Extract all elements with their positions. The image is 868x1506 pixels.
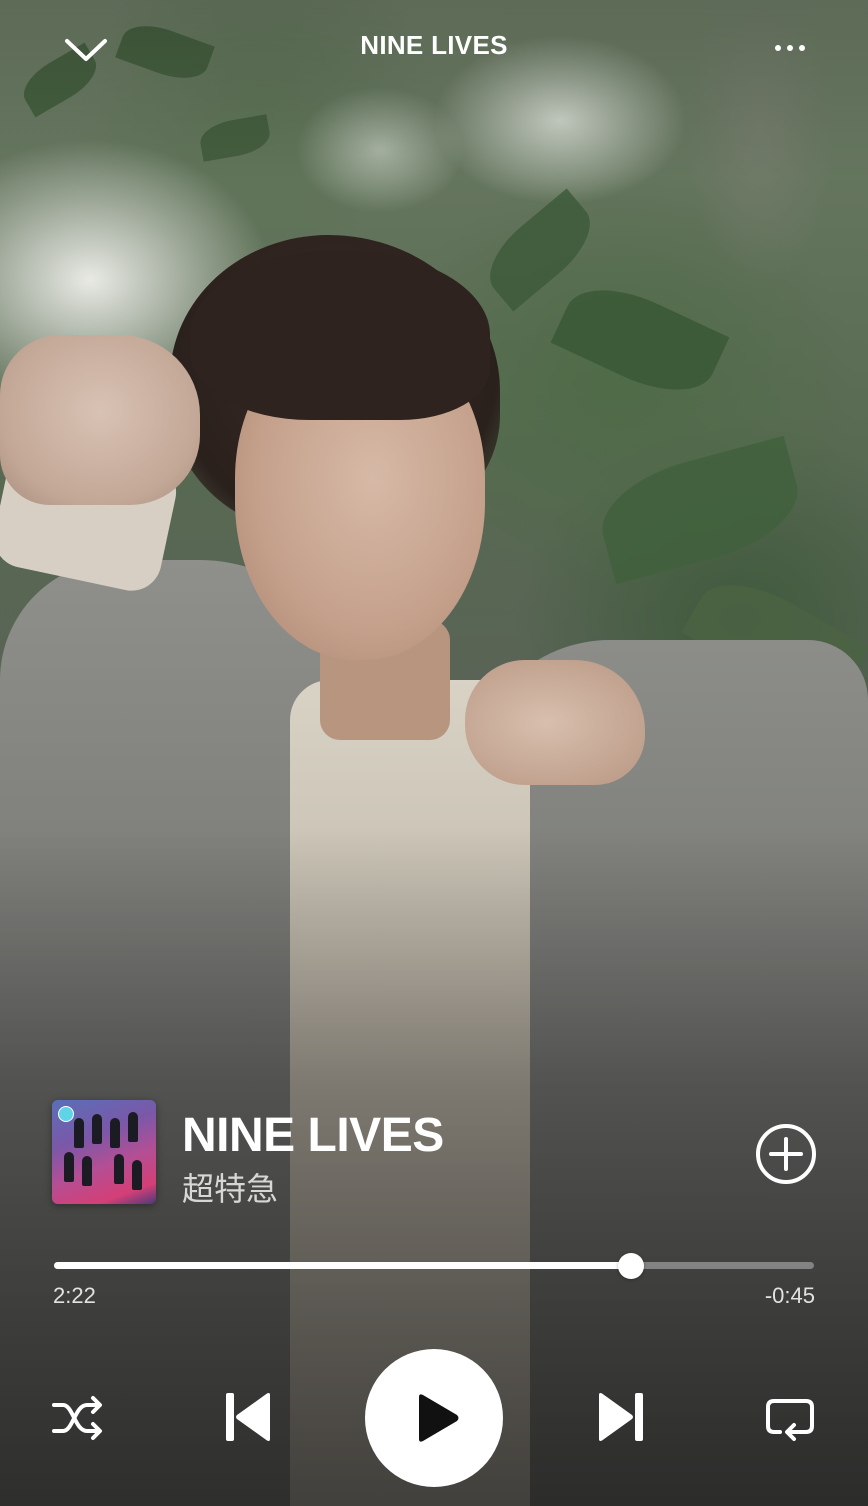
add-to-library-button[interactable] xyxy=(754,1122,818,1186)
chevron-down-icon xyxy=(65,39,107,61)
album-art-figure xyxy=(74,1118,84,1148)
remaining-time: -0:45 xyxy=(764,1283,815,1308)
album-art-figure xyxy=(132,1160,142,1190)
album-art-badge xyxy=(58,1106,74,1122)
skip-forward-icon xyxy=(599,1393,643,1441)
page-title: NINE LIVES xyxy=(360,30,508,60)
top-bar: NINE LIVES xyxy=(0,0,868,96)
progress-fill xyxy=(54,1262,631,1269)
album-art-figure xyxy=(82,1156,92,1186)
more-options-button[interactable] xyxy=(758,26,822,70)
album-art-figure xyxy=(92,1114,102,1144)
background-shade xyxy=(0,0,868,1506)
play-icon xyxy=(419,1394,459,1442)
album-art-figure xyxy=(128,1112,138,1142)
previous-button[interactable] xyxy=(215,1384,281,1450)
collapse-button[interactable] xyxy=(56,26,116,74)
plus-circle-icon xyxy=(756,1124,816,1184)
next-button[interactable] xyxy=(588,1384,654,1450)
track-info: NINE LIVES 超特急 xyxy=(52,1100,822,1210)
elapsed-time: 2:22 xyxy=(53,1283,96,1308)
album-art-figure xyxy=(64,1152,74,1182)
progress-thumb[interactable] xyxy=(618,1253,644,1279)
shuffle-button[interactable] xyxy=(48,1390,108,1446)
shuffle-icon xyxy=(52,1396,102,1440)
album-art[interactable] xyxy=(52,1100,156,1204)
album-art-figure xyxy=(110,1118,120,1148)
play-button[interactable] xyxy=(365,1349,503,1487)
track-artist[interactable]: 超特急 xyxy=(182,1170,278,1208)
more-horizontal-icon xyxy=(775,45,781,51)
repeat-icon xyxy=(766,1399,814,1441)
more-horizontal-icon xyxy=(799,45,805,51)
more-horizontal-icon xyxy=(787,45,793,51)
track-title[interactable]: NINE LIVES xyxy=(182,1110,444,1162)
skip-back-icon xyxy=(226,1393,270,1441)
repeat-button[interactable] xyxy=(760,1390,820,1446)
background-photo xyxy=(0,0,868,1506)
album-art-figure xyxy=(114,1154,124,1184)
progress-bar[interactable] xyxy=(54,1253,814,1279)
